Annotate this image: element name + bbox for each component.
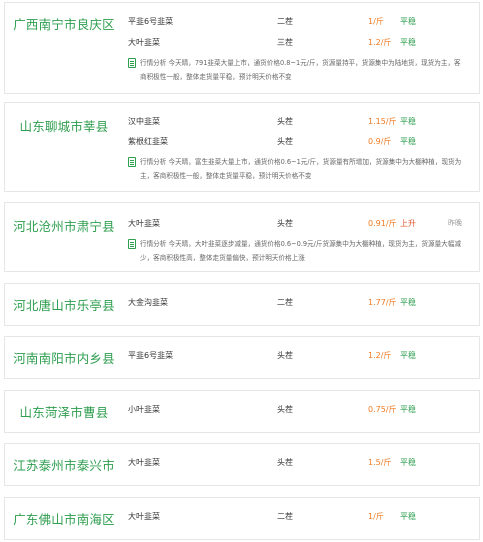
market-card: 广东佛山市南海区 大叶韭菜 二茬 1/斤 平稳 <box>4 497 480 540</box>
price-row: 紫根红韭菜 头茬 0.9/斤 平稳 <box>128 133 479 149</box>
harvest-grade: 二茬 <box>277 298 293 307</box>
harvest-grade: 头茬 <box>277 405 293 414</box>
trend-label: 平稳 <box>400 137 416 146</box>
trend-label: 平稳 <box>400 38 416 47</box>
market-analysis: 行情分析 今天晴，富生韭菜大量上市，通货价格0.6~1元/斤，货源量有所增加，货… <box>128 155 464 183</box>
harvest-grade: 头茬 <box>277 351 293 360</box>
variety-name: 大叶韭菜 <box>128 458 160 467</box>
harvest-grade: 头茬 <box>277 117 293 126</box>
region-title[interactable]: 河北沧州市肃宁县 <box>5 203 123 247</box>
market-card: 广西南宁市良庆区 平韭6号韭菜 二茬 1/斤 平稳 大叶韭菜 三茬 1.2/斤 … <box>4 2 480 94</box>
note-icon <box>128 239 136 249</box>
trend-label: 平稳 <box>400 458 416 467</box>
region-title[interactable]: 广东佛山市南海区 <box>5 498 123 539</box>
market-card: 河南南阳市内乡县 平韭6号韭菜 头茬 1.2/斤 平稳 <box>4 336 480 379</box>
trend-label: 平稳 <box>400 512 416 521</box>
price-row: 汉中韭菜 头茬 1.15/斤 平稳 <box>128 113 479 129</box>
region-title[interactable]: 广西南宁市良庆区 <box>5 3 123 43</box>
trend-label: 平稳 <box>400 17 416 26</box>
harvest-grade: 头茬 <box>277 219 293 228</box>
trend-label: 平稳 <box>400 405 416 414</box>
market-card: 江苏泰州市泰兴市 大叶韭菜 头茬 1.5/斤 平稳 <box>4 443 480 486</box>
market-card: 山东菏泽市曹县 小叶韭菜 头茬 0.75/斤 平稳 <box>4 390 480 433</box>
analysis-text: 行情分析 今天晴，791韭菜大量上市，通货价格0.8~1元/斤，货源量持平，货源… <box>140 59 461 81</box>
variety-name: 小叶韭菜 <box>128 405 160 414</box>
market-analysis: 行情分析 今天晴，大叶韭菜逐步减量，通货价格0.6~0.9元/斤货源集中为大棚种… <box>128 237 464 265</box>
harvest-grade: 头茬 <box>277 137 293 146</box>
region-title[interactable]: 河北唐山市乐亭县 <box>5 284 123 325</box>
price-row: 大叶韭菜 二茬 1/斤 平稳 <box>128 508 479 524</box>
price-row: 平韭6号韭菜 头茬 1.2/斤 平稳 <box>128 347 479 363</box>
analysis-text: 行情分析 今天晴，大叶韭菜逐步减量，通货价格0.6~0.9元/斤货源集中为大棚种… <box>140 240 461 262</box>
price-value: 1.5/斤 <box>368 458 392 467</box>
trend-label: 平稳 <box>400 298 416 307</box>
price-row: 小叶韭菜 头茬 0.75/斤 平稳 <box>128 401 479 417</box>
price-row: 大金沟韭菜 二茬 1.77/斤 平稳 <box>128 294 479 310</box>
trend-label: 平稳 <box>400 117 416 126</box>
harvest-grade: 二茬 <box>277 17 293 26</box>
price-value: 1/斤 <box>368 512 384 521</box>
market-card: 河北沧州市肃宁县 大叶韭菜 头茬 0.91/斤 上升 昨晚 行情分析 今天晴，大… <box>4 202 480 272</box>
variety-name: 平韭6号韭菜 <box>128 351 174 360</box>
harvest-grade: 三茬 <box>277 38 293 47</box>
variety-name: 大叶韭菜 <box>128 512 160 521</box>
variety-name: 平韭6号韭菜 <box>128 17 174 26</box>
region-title[interactable]: 山东菏泽市曹县 <box>5 391 123 432</box>
note-icon <box>128 58 136 68</box>
region-title[interactable]: 江苏泰州市泰兴市 <box>5 444 123 485</box>
market-card: 河北唐山市乐亭县 大金沟韭菜 二茬 1.77/斤 平稳 <box>4 283 480 326</box>
price-row: 大叶韭菜 头茬 0.91/斤 上升 昨晚 <box>128 215 479 231</box>
price-value: 1.2/斤 <box>368 351 392 360</box>
note-icon <box>128 157 136 167</box>
price-row: 大叶韭菜 头茬 1.5/斤 平稳 <box>128 454 479 470</box>
update-time: 昨晚 <box>448 219 462 227</box>
price-value: 1/斤 <box>368 17 384 26</box>
price-value: 0.91/斤 <box>368 219 397 228</box>
variety-name: 大叶韭菜 <box>128 219 160 228</box>
price-value: 1.15/斤 <box>368 117 397 126</box>
variety-name: 大叶韭菜 <box>128 38 160 47</box>
region-title[interactable]: 山东聊城市莘县 <box>5 103 123 147</box>
variety-name: 汉中韭菜 <box>128 117 160 126</box>
variety-name: 大金沟韭菜 <box>128 298 168 307</box>
market-card: 山东聊城市莘县 汉中韭菜 头茬 1.15/斤 平稳 紫根红韭菜 头茬 0.9/斤… <box>4 102 480 192</box>
price-value: 1.2/斤 <box>368 38 392 47</box>
price-value: 0.9/斤 <box>368 137 392 146</box>
price-row: 大叶韭菜 三茬 1.2/斤 平稳 <box>128 34 479 50</box>
price-value: 1.77/斤 <box>368 298 397 307</box>
harvest-grade: 头茬 <box>277 458 293 467</box>
region-title[interactable]: 河南南阳市内乡县 <box>5 337 123 378</box>
harvest-grade: 二茬 <box>277 512 293 521</box>
analysis-text: 行情分析 今天晴，富生韭菜大量上市，通货价格0.6~1元/斤，货源量有所增加，货… <box>140 158 462 180</box>
trend-label: 上升 <box>400 219 416 228</box>
market-analysis: 行情分析 今天晴，791韭菜大量上市，通货价格0.8~1元/斤，货源量持平，货源… <box>128 56 464 84</box>
variety-name: 紫根红韭菜 <box>128 137 168 146</box>
price-row: 平韭6号韭菜 二茬 1/斤 平稳 <box>128 13 479 29</box>
trend-label: 平稳 <box>400 351 416 360</box>
price-value: 0.75/斤 <box>368 405 397 414</box>
